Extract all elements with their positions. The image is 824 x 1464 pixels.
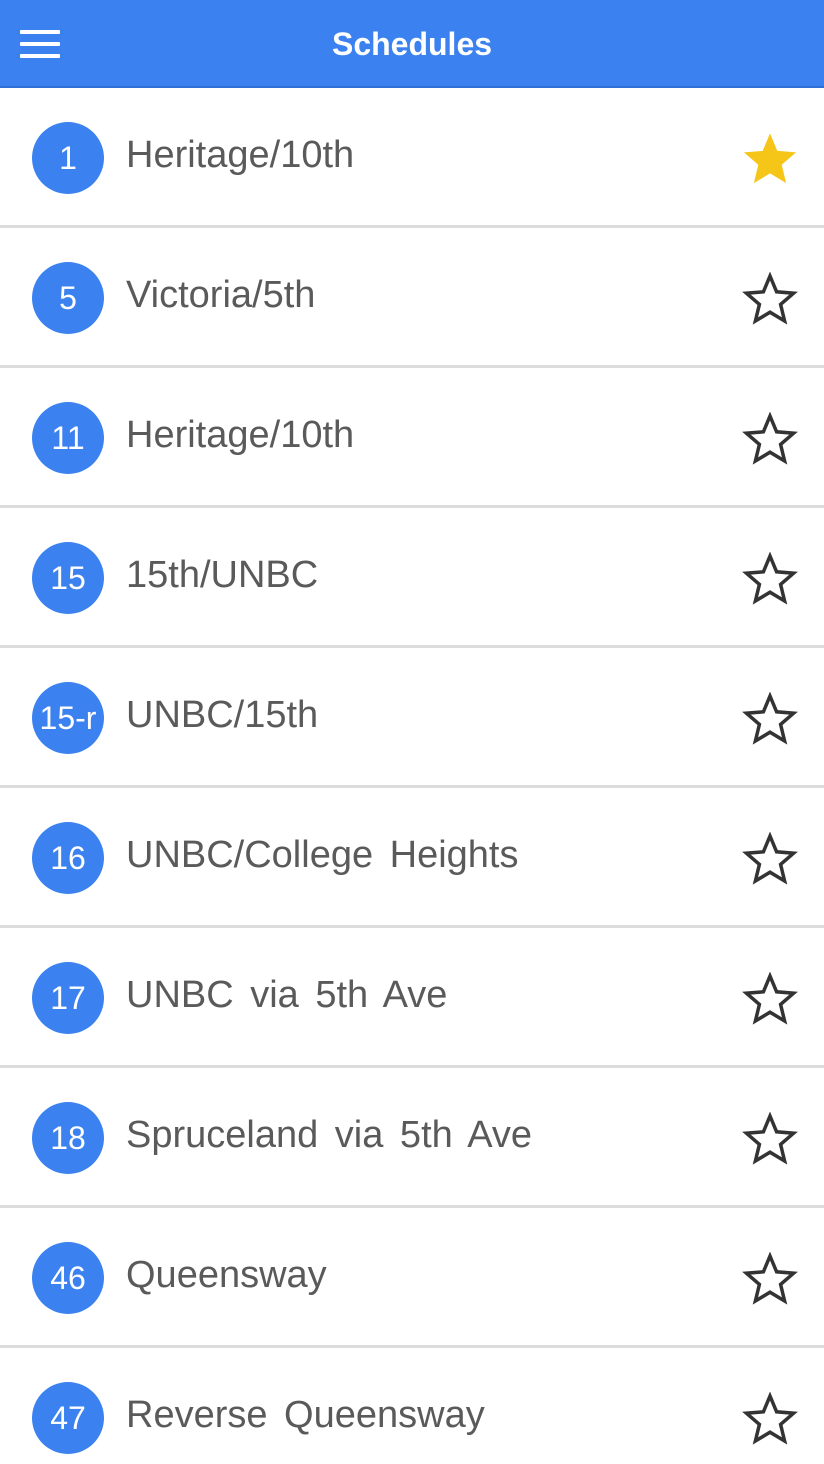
route-number-badge: 18 — [32, 1102, 104, 1174]
route-name: Spruceland via 5th Ave — [126, 1114, 533, 1156]
route-row[interactable]: 18 Spruceland via 5th Ave — [0, 1068, 824, 1208]
route-name: 15th/UNBC — [126, 554, 319, 596]
route-name: UNBC/College Heights — [126, 834, 519, 876]
star-outline-icon[interactable] — [742, 692, 798, 748]
route-number-badge: 15 — [32, 542, 104, 614]
page-title: Schedules — [331, 26, 493, 62]
star-outline-icon[interactable] — [742, 1252, 798, 1308]
star-outline-icon[interactable] — [742, 1112, 798, 1168]
route-row[interactable]: 15-r UNBC/15th — [0, 648, 824, 788]
star-outline-icon[interactable] — [742, 552, 798, 608]
star-outline-icon[interactable] — [742, 832, 798, 888]
route-row[interactable]: 15 15th/UNBC — [0, 508, 824, 648]
route-number-badge: 1 — [32, 122, 104, 194]
route-number-badge: 46 — [32, 1242, 104, 1314]
menu-bar — [20, 30, 60, 34]
star-outline-icon[interactable] — [742, 1392, 798, 1448]
star-outline-icon[interactable] — [742, 272, 798, 328]
route-name: Victoria/5th — [126, 274, 316, 316]
route-name: UNBC via 5th Ave — [126, 974, 448, 1016]
route-row[interactable]: 11 Heritage/10th — [0, 368, 824, 508]
route-number-badge: 5 — [32, 262, 104, 334]
route-number-badge: 15-r — [32, 682, 104, 754]
route-row[interactable]: 5 Victoria/5th — [0, 228, 824, 368]
route-row[interactable]: 1 Heritage/10th — [0, 88, 824, 228]
menu-bar — [20, 42, 60, 46]
route-name: Queensway — [126, 1254, 327, 1296]
hamburger-menu-icon[interactable] — [20, 28, 60, 60]
route-name: Heritage/10th — [126, 134, 355, 176]
route-name: UNBC/15th — [126, 694, 319, 736]
star-filled-icon[interactable] — [742, 132, 798, 188]
schedules-screen: Schedules 1 Heritage/10th 5 Victoria/5th 11 H… — [0, 0, 824, 1464]
route-number-badge: 16 — [32, 822, 104, 894]
route-number-badge: 11 — [32, 402, 104, 474]
route-name: Reverse Queensway — [126, 1394, 485, 1436]
route-row[interactable]: 16 UNBC/College Heights — [0, 788, 824, 928]
route-row[interactable]: 46 Queensway — [0, 1208, 824, 1348]
route-row[interactable]: 17 UNBC via 5th Ave — [0, 928, 824, 1068]
route-list: 1 Heritage/10th 5 Victoria/5th 11 Heritage/10… — [0, 88, 824, 1464]
app-header: Schedules — [0, 0, 824, 88]
star-outline-icon[interactable] — [742, 412, 798, 468]
route-name: Heritage/10th — [126, 414, 355, 456]
star-outline-icon[interactable] — [742, 972, 798, 1028]
route-number-badge: 17 — [32, 962, 104, 1034]
route-row[interactable]: 47 Reverse Queensway — [0, 1348, 824, 1464]
route-number-badge: 47 — [32, 1382, 104, 1454]
menu-bar — [20, 54, 60, 58]
